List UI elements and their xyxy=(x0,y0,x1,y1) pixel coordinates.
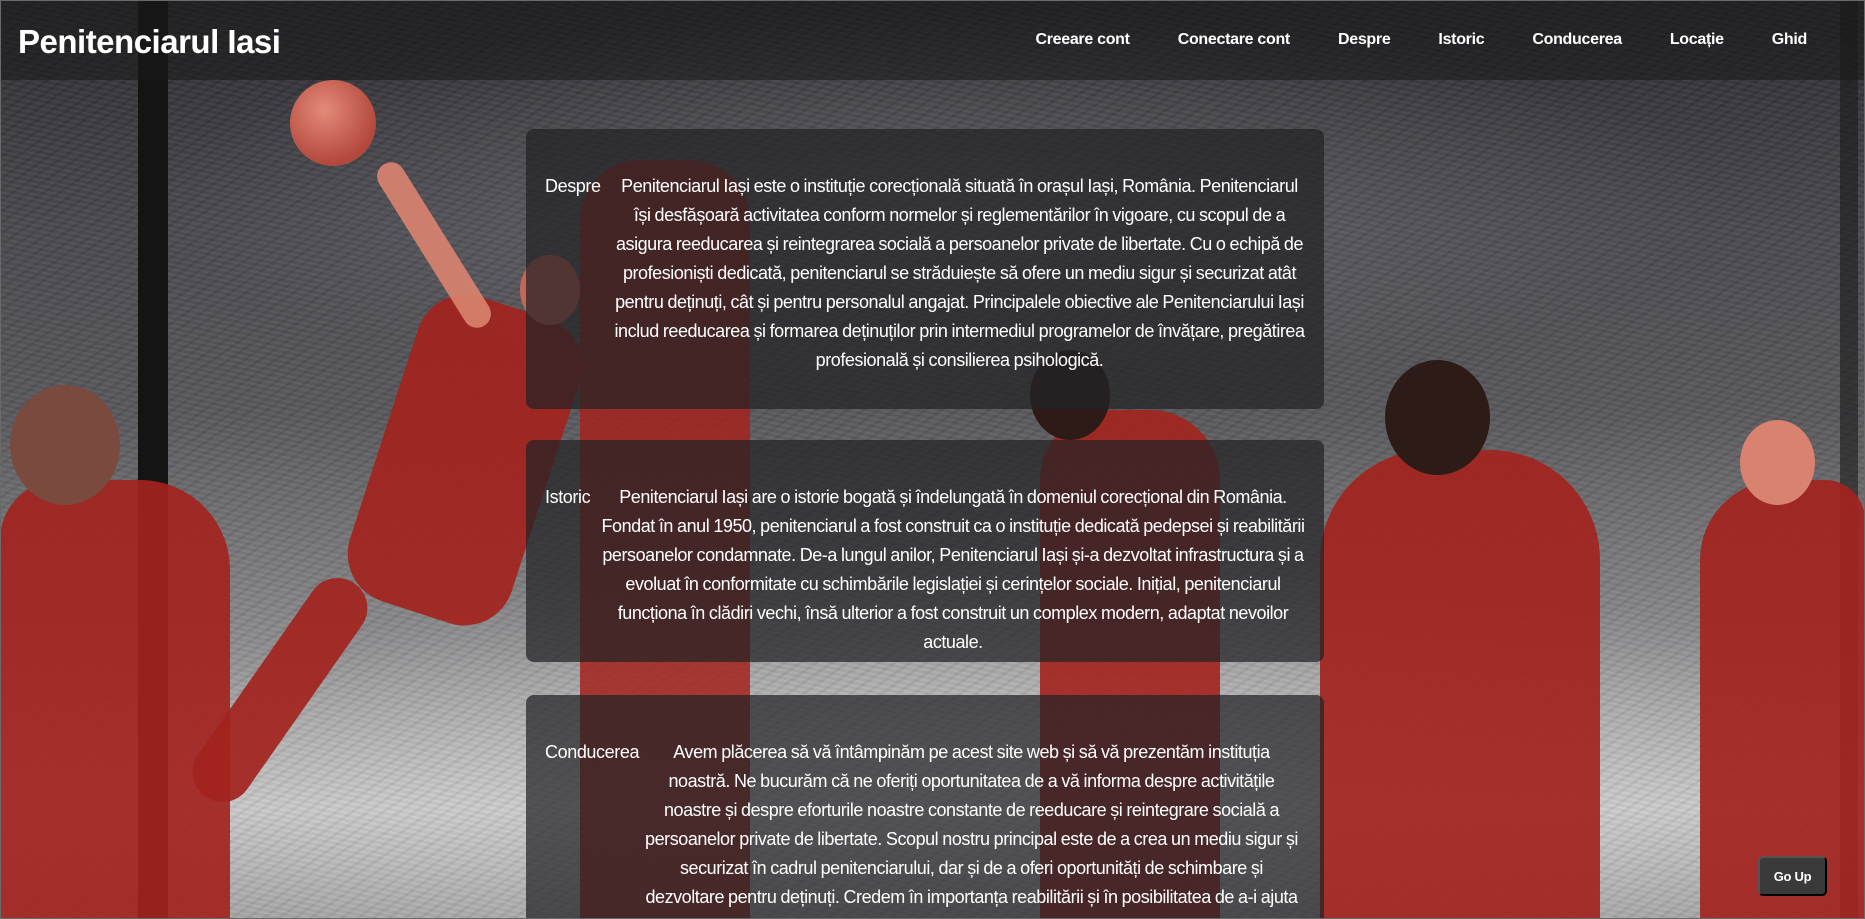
nav-link-despre[interactable]: Despre xyxy=(1338,31,1391,49)
nav-link-locatie[interactable]: Locație xyxy=(1670,31,1724,49)
go-up-button[interactable]: Go Up xyxy=(1758,856,1827,896)
figure-far-right xyxy=(1700,480,1865,919)
section-istoric-label: Istoric xyxy=(545,487,591,507)
figure-right xyxy=(1320,450,1600,919)
section-conducerea-text: Avem plăcerea să vă întâmpinăm pe acest … xyxy=(645,742,1298,919)
section-istoric: Istoric Penitenciarul Iași are o istorie… xyxy=(526,440,1324,662)
nav-link-conectare-cont[interactable]: Conectare cont xyxy=(1178,31,1291,49)
section-despre: Despre Penitenciarul Iași este o institu… xyxy=(526,129,1324,409)
section-istoric-row: Istoric Penitenciarul Iași are o istorie… xyxy=(545,483,1306,657)
top-navbar: Penitenciarul Iasi Creeare cont Conectar… xyxy=(0,0,1865,80)
nav-link-creeare-cont[interactable]: Creeare cont xyxy=(1035,31,1130,49)
nav-link-istoric[interactable]: Istoric xyxy=(1438,31,1484,49)
section-despre-row: Despre Penitenciarul Iași este o institu… xyxy=(545,172,1306,375)
section-conducerea-label: Conducerea xyxy=(545,742,640,762)
site-logo[interactable]: Penitenciarul Iasi xyxy=(18,19,281,61)
figure-left xyxy=(0,480,230,919)
nav-link-conducerea[interactable]: Conducerea xyxy=(1532,31,1622,49)
section-istoric-text: Penitenciarul Iași are o istorie bogată … xyxy=(601,487,1305,652)
nav-link-ghid[interactable]: Ghid xyxy=(1772,31,1808,49)
nav-menu: Creeare cont Conectare cont Despre Istor… xyxy=(1035,31,1847,49)
section-conducerea-row: Conducerea Avem plăcerea să vă întâmpină… xyxy=(545,738,1306,919)
figure-right-head xyxy=(1385,360,1490,475)
figure-far-right-head xyxy=(1740,420,1815,505)
basketball xyxy=(290,80,376,166)
figure-left-head xyxy=(10,385,120,505)
section-despre-label: Despre xyxy=(545,176,601,196)
section-conducerea: Conducerea Avem plăcerea să vă întâmpină… xyxy=(526,695,1324,919)
section-despre-text: Penitenciarul Iași este o instituție cor… xyxy=(614,176,1305,370)
